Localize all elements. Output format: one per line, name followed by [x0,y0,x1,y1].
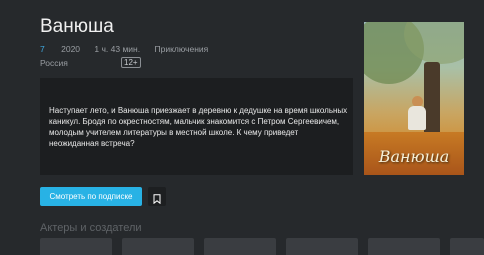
country: Россия [40,58,68,68]
movie-meta-line: 7 2020 1 ч. 43 мин. Приключения [40,44,220,54]
duration: 1 ч. 43 мин. [94,44,141,54]
poster-title: Ванюша [378,147,450,166]
watch-subscription-button[interactable]: Смотреть по подписке [40,187,142,206]
cast-card[interactable] [368,238,440,255]
cast-card[interactable] [40,238,112,255]
cast-card[interactable] [286,238,358,255]
rating-value: 7 [40,44,45,54]
cast-card[interactable] [122,238,194,255]
cast-card[interactable] [450,238,484,255]
cast-section-title: Актеры и создатели [40,222,142,234]
release-year: 2020 [61,44,81,54]
bookmark-button[interactable] [148,187,166,206]
bookmark-icon [153,193,161,204]
cast-card[interactable] [204,238,276,255]
movie-poster: Ванюша [364,22,464,175]
description-text: Наступает лето, и Ванюша приезжает в дер… [49,106,348,148]
movie-title: Ванюша [40,16,114,37]
genre: Приключения [154,44,209,54]
movie-details-screen: Ванюша 7 2020 1 ч. 43 мин. Приключения Р… [10,0,484,255]
age-rating-badge: 12+ [121,57,141,68]
description-panel: Наступает лето, и Ванюша приезжает в дер… [40,78,353,175]
